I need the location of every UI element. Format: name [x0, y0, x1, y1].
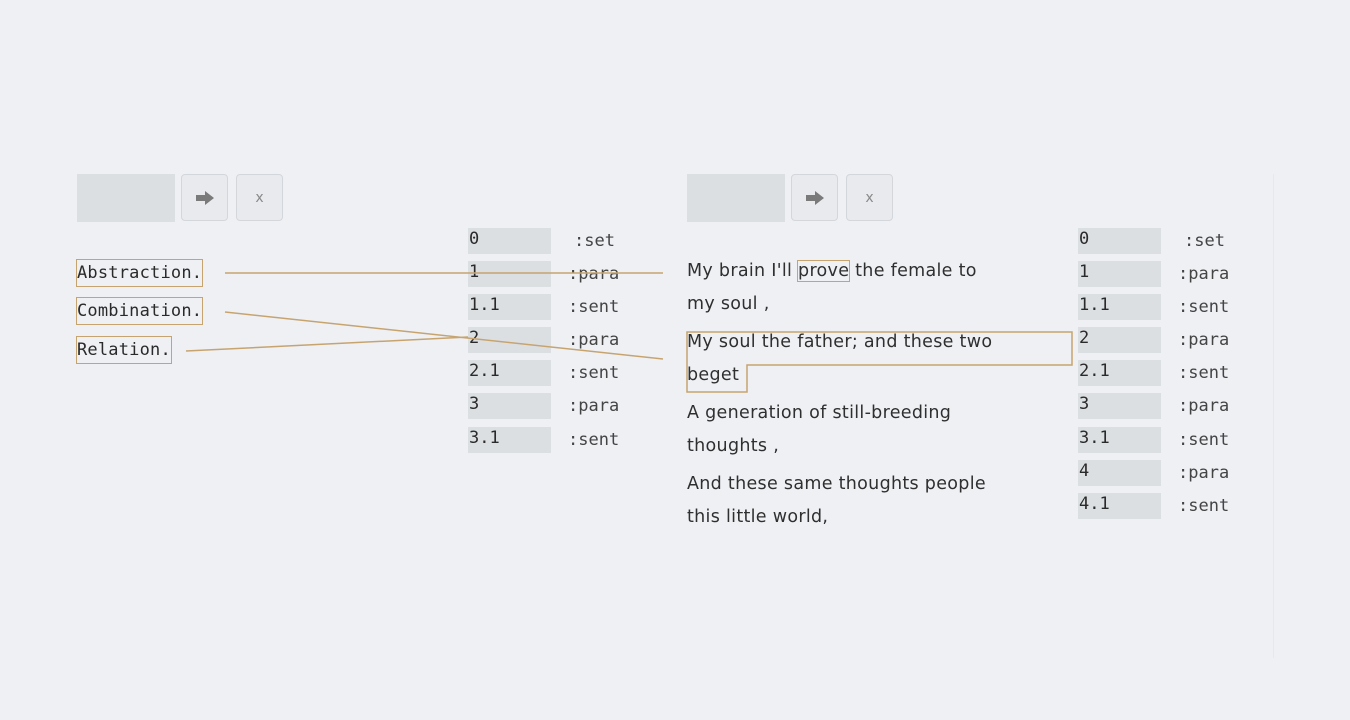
poem-text: My brain I'll prove the female to my sou… — [687, 255, 1067, 534]
arrow-right-icon — [805, 190, 824, 205]
segment-type: :para — [1178, 330, 1230, 351]
segment-row[interactable]: 4 :para — [1078, 459, 1248, 493]
segment-id[interactable]: 1 — [468, 261, 551, 288]
segment-type: :sent — [1178, 363, 1230, 384]
segment-row[interactable]: 2 :para — [1078, 327, 1248, 360]
paragraph-4: And these same thoughts people this litt… — [687, 468, 1067, 534]
segment-row[interactable]: 4.1 :sent — [1078, 492, 1248, 526]
segment-type: :sent — [568, 429, 620, 450]
text-span: the female to — [849, 261, 977, 281]
link-line — [185, 336, 469, 352]
paragraph-3: A generation of still-breeding thoughts … — [687, 397, 1067, 463]
segment-type: :sent — [1178, 297, 1230, 318]
text-span: My brain I'll — [687, 261, 799, 281]
segment-id[interactable]: 1 — [1078, 261, 1161, 288]
word-combination[interactable]: Combination. — [75, 297, 204, 325]
segment-type: :sent — [568, 363, 620, 384]
segment-type: :para — [568, 264, 620, 285]
segment-row[interactable]: 0 :set — [468, 228, 638, 261]
segment-type: :sent — [1178, 495, 1230, 516]
arrow-right-icon — [195, 190, 214, 205]
segment-id[interactable]: 2.1 — [468, 360, 551, 387]
segment-id[interactable]: 2 — [1078, 327, 1161, 354]
paragraph-2: My soul the father; and these two beget — [687, 326, 1067, 392]
text-line: my soul , — [687, 294, 770, 314]
segment-id[interactable]: 1.1 — [1078, 294, 1161, 321]
paragraph-1: My brain I'll prove the female to — [687, 255, 1067, 288]
word-relation[interactable]: Relation. — [76, 336, 172, 364]
right-search-input[interactable] — [687, 174, 785, 222]
text-line: this little world, — [687, 507, 829, 527]
segment-type: :para — [568, 396, 620, 417]
segment-id[interactable]: 3.1 — [468, 426, 551, 453]
segment-row[interactable]: 1 :para — [468, 261, 638, 294]
left-go-button[interactable] — [181, 174, 228, 221]
segment-type: :set — [574, 231, 615, 251]
segment-row[interactable]: 2 :para — [468, 327, 638, 360]
segment-row[interactable]: 1.1 :sent — [1078, 294, 1248, 327]
highlighted-word-prove[interactable]: prove — [797, 260, 851, 282]
segment-id[interactable]: 0 — [1078, 228, 1161, 254]
segment-row[interactable]: 3.1 :sent — [1078, 426, 1248, 460]
segment-type: :set — [1184, 231, 1225, 251]
segment-id[interactable]: 2.1 — [1078, 360, 1161, 387]
segment-row[interactable]: 1 :para — [1078, 261, 1248, 294]
text-line: thoughts , — [687, 436, 780, 456]
segment-type: :sent — [1178, 429, 1230, 450]
segment-id[interactable]: 4.1 — [1078, 492, 1161, 519]
text-line: A generation of still-breeding — [687, 403, 952, 423]
segment-id[interactable]: 3.1 — [1078, 426, 1161, 453]
segment-id[interactable]: 0 — [468, 228, 551, 254]
segment-row[interactable]: 2.1 :sent — [468, 360, 638, 393]
segment-type: :sent — [568, 297, 620, 318]
left-close-button[interactable]: x — [236, 174, 283, 221]
segment-id[interactable]: 2 — [468, 327, 551, 354]
segment-row[interactable]: 3 :para — [1078, 393, 1248, 426]
highlighted-line-2a[interactable]: My soul the father; and these two — [687, 326, 1067, 359]
segment-id[interactable]: 4 — [1078, 459, 1161, 486]
segment-row[interactable]: 2.1 :sent — [1078, 360, 1248, 393]
right-segment-list: 0 :set 1 :para 1.1 :sent 2 :para 2.1 :sent 3:… — [1078, 228, 1248, 526]
right-close-button[interactable]: x — [846, 174, 893, 221]
segment-type: :para — [1178, 396, 1230, 417]
segment-id[interactable]: 3 — [468, 393, 551, 420]
highlighted-line-2b[interactable]: beget — [687, 359, 739, 392]
segment-type: :para — [1178, 264, 1230, 285]
left-segment-list: 0 :set 1 :para 1.1 :sent 2 :para 2.1 :sent 3:… — [468, 228, 638, 460]
segment-type: :para — [568, 330, 620, 351]
segment-id[interactable]: 3 — [1078, 393, 1161, 420]
right-go-button[interactable] — [791, 174, 838, 221]
word-abstraction[interactable]: Abstraction. — [75, 259, 204, 287]
segment-row[interactable]: 3 :para — [468, 393, 638, 426]
segment-row[interactable]: 3.1 :sent — [468, 426, 638, 460]
right-toolbar: x — [687, 174, 897, 224]
left-search-input[interactable] — [77, 174, 175, 222]
segment-type: :para — [1178, 462, 1230, 483]
segment-row[interactable]: 0 :set — [1078, 228, 1248, 261]
left-toolbar: x — [77, 174, 287, 224]
segment-row[interactable]: 1.1 :sent — [468, 294, 638, 327]
text-line: And these same thoughts people — [687, 474, 986, 494]
segment-id[interactable]: 1.1 — [468, 294, 551, 321]
